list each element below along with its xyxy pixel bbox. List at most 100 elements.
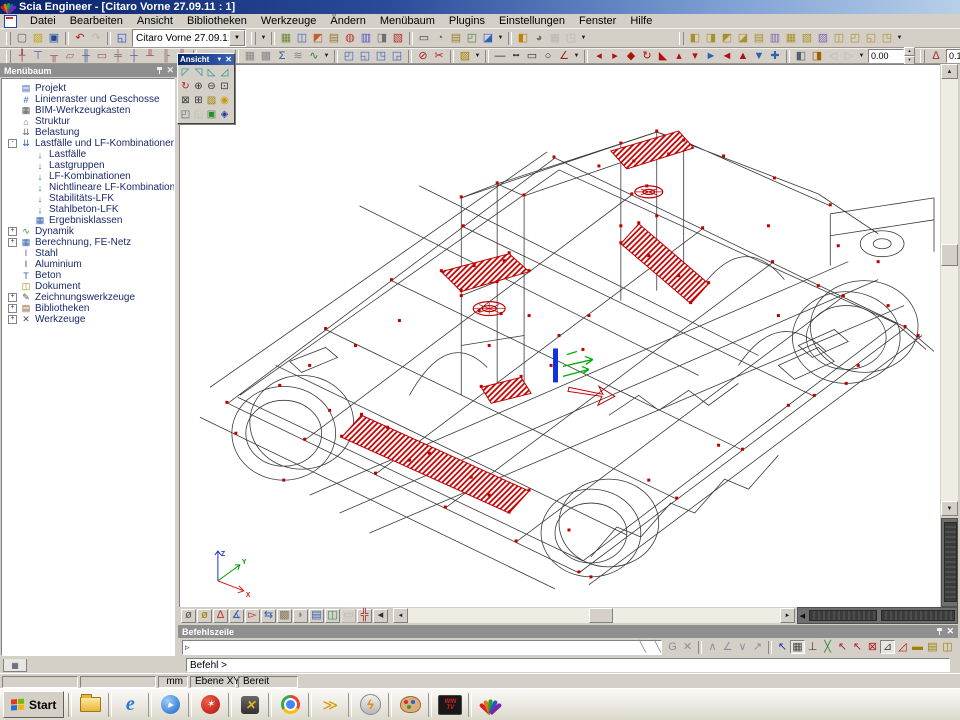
menu-fenster[interactable]: Fenster [572,15,623,27]
snap-surface-icon[interactable]: ▤ [925,640,940,654]
tree-item-belastung[interactable]: ⇊Belastung [2,127,174,138]
close-all-windows-icon[interactable]: ◲ [389,49,405,64]
snap-endpoint-icon[interactable]: ↖ [850,640,865,654]
rotate-member-icon[interactable]: ↻ [639,49,655,64]
tree-item-stabilit-ts-lfk[interactable]: ↓Stabilitäts-LFK [2,193,174,204]
secondary-vertical-scrollbar[interactable] [941,518,958,607]
show-member-labels-icon[interactable]: ▥ [767,31,783,46]
print-view-icon[interactable]: ▭ [341,609,356,623]
snap-vector-icon[interactable]: ↗ [750,640,765,654]
tree-item-werkzeuge[interactable]: +✕Werkzeuge [2,314,174,325]
dimension-circle-icon[interactable]: ○ [540,49,556,64]
dropdown-arrow-icon[interactable]: ▼ [473,53,482,59]
dock-tab-icon[interactable]: ▦ [3,659,27,672]
command-close-icon[interactable]: ✕ [946,626,954,637]
mesh-refinement-icon[interactable]: ▩ [258,49,274,64]
show-sections-icon[interactable]: ▨ [815,31,831,46]
collapse-box-icon[interactable]: - [8,139,17,148]
horizontal-scroll-thumb[interactable] [589,608,613,623]
project-manager-icon[interactable]: ◱ [114,31,130,46]
snap-grid-icon[interactable]: ▦ [790,640,805,654]
red-hand-app-icon[interactable] [196,692,224,718]
snap-edge-icon[interactable]: ▬ [910,640,925,654]
tree-item-bim-werkzeugkasten[interactable]: ▦BIM-Werkzeugkasten [2,105,174,116]
snap-step-spinner[interactable]: 0.125 ▲▼ [946,49,960,63]
redo-icon[interactable]: ↷ [88,31,104,46]
previous-view-icon[interactable]: ◁ [825,49,841,64]
activity-icon[interactable]: ◩ [310,31,326,46]
menu-men-baum[interactable]: Menübaum [373,15,442,27]
dimension-line-icon[interactable]: — [492,49,508,64]
show-supports-icon[interactable]: ◩ [719,31,735,46]
spin-up-icon[interactable]: ▲ [904,47,915,56]
menu-ansicht[interactable]: Ansicht [130,15,180,27]
rotate-view-icon[interactable]: ↻ [179,80,192,94]
expand-box-icon[interactable]: + [8,293,17,302]
panel-close-icon[interactable]: ✕ [166,65,174,76]
snap-angle-icon[interactable]: ∠ [720,640,735,654]
next-view-icon[interactable]: ▷ [841,49,857,64]
tree-item-stahlbeton-lfk[interactable]: ↓Stahlbeton-LFK [2,204,174,215]
snap-table-icon[interactable]: ◫ [940,640,955,654]
show-loads-icon[interactable]: ◪ [735,31,751,46]
wireframe-view-icon[interactable]: ◧ [687,31,703,46]
expand-box-icon[interactable]: + [8,227,17,236]
yellow-arrows-app-icon[interactable]: ≫ [316,692,344,718]
new-document-icon[interactable]: ▢ [14,31,30,46]
palette-close-icon[interactable]: ✕ [225,56,232,64]
menu-ndern[interactable]: Ändern [323,15,372,27]
tree-item-ergebnisklassen[interactable]: ▦Ergebnisklassen [2,215,174,226]
regenerate-icon[interactable]: ◳ [879,31,895,46]
expand-box-icon[interactable]: + [8,315,17,324]
game-tools-icon[interactable] [236,692,264,718]
scroll-up-icon[interactable]: ▲ [941,64,958,79]
table-composer-icon[interactable]: ▦ [547,31,563,46]
delete-icon[interactable]: ⊘ [415,49,431,64]
status-plane-selector[interactable]: Ebene XY [190,676,236,688]
snap-off-icon[interactable]: ✕ [680,640,695,654]
show-load-labels-icon[interactable]: ▤ [751,31,767,46]
tree-item-linienraster-und-geschosse[interactable]: #Linienraster und Geschosse [2,94,174,105]
view-axonometric-icon[interactable]: ◿ [218,66,231,80]
dropdown-arrow-icon[interactable]: ▼ [857,53,866,59]
save-view-icon[interactable]: ◧ [793,49,809,64]
insert-beam-icon[interactable]: ⊤ [30,49,46,64]
media-player-icon[interactable] [156,692,184,718]
working-plane-icon[interactable]: ∆ [928,49,944,64]
join-member-icon[interactable]: ▲ [735,49,751,64]
perspective-icon[interactable]: ◰ [179,108,192,122]
command-input[interactable]: Befehl > [186,658,950,672]
grid-settings-icon[interactable]: ╬ [357,609,372,623]
vertical-split-icon[interactable]: ◳ [373,49,389,64]
tree-item-dokument[interactable]: ◫Dokument [2,281,174,292]
dropdown-arrow-icon[interactable]: ▼ [259,35,268,41]
horizontal-scrollbar[interactable]: ◄ ► [393,608,795,623]
combo-dropdown-icon[interactable]: ▼ [229,30,245,46]
axes-display-icon[interactable]: ∆ [213,609,228,623]
dropdown-arrow-icon[interactable]: ▼ [322,53,331,59]
collapse-toolbar-icon[interactable]: ◂ [373,609,388,623]
dimension-angle-icon[interactable]: ∠ [556,49,572,64]
view-flag-icon[interactable]: ▻ [245,609,260,623]
pin-icon[interactable] [156,66,163,75]
tree-item-lastgruppen[interactable]: ↓Lastgruppen [2,160,174,171]
expand-box-icon[interactable]: + [8,238,17,247]
render-settings-icon[interactable]: ▣ [205,108,218,122]
internal-node-icon[interactable]: ┼ [126,49,142,64]
insert-plate-icon[interactable]: ▱ [62,49,78,64]
rendered-view-icon[interactable]: ◨ [703,31,719,46]
tree-item-aluminium[interactable]: ⅠAluminium [2,259,174,270]
image-gallery-icon[interactable]: ▧ [390,31,406,46]
project-combobox[interactable]: Citaro Vorne 27.09.1: ▼ [132,29,246,47]
horizontal-split-icon[interactable]: ◱ [357,49,373,64]
dropdown-arrow-icon[interactable]: ▼ [496,35,505,41]
menu-plugins[interactable]: Plugins [442,15,492,27]
snap-down-icon[interactable]: ∨ [735,640,750,654]
command-log[interactable]: ▹ [182,640,662,655]
paperspace-icon[interactable]: ◳ [563,31,579,46]
solver-setup-icon[interactable]: ≋ [290,49,306,64]
tree-item-beton[interactable]: TBeton [2,270,174,281]
menu-einstellungen[interactable]: Einstellungen [492,15,572,27]
user-blocks-icon[interactable]: ▨ [457,49,473,64]
insert-haunch-icon[interactable]: ╟ [158,49,174,64]
